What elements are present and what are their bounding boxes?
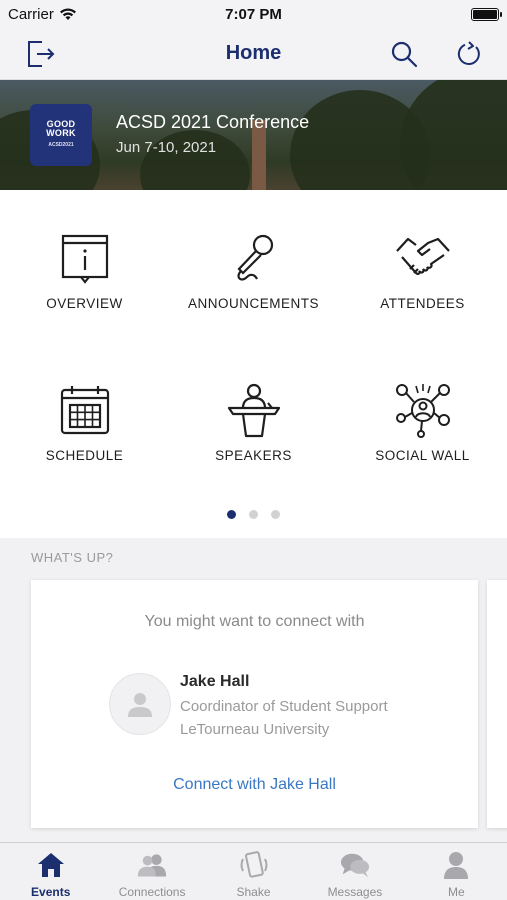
menu-item-social-wall[interactable]: SOCIAL WALL bbox=[338, 380, 507, 463]
battery-icon bbox=[471, 7, 502, 21]
microphone-icon bbox=[236, 234, 273, 281]
calendar-icon bbox=[60, 386, 109, 435]
status-time: 7:07 PM bbox=[225, 5, 282, 23]
search-icon bbox=[391, 41, 418, 68]
menu-item-schedule[interactable]: SCHEDULE bbox=[0, 380, 169, 463]
refresh-icon bbox=[457, 41, 480, 65]
menu-label: SPEAKERS bbox=[215, 448, 292, 463]
page-dot[interactable] bbox=[271, 510, 280, 519]
profile-icon bbox=[444, 852, 469, 879]
connection-suggestion-card[interactable]: You might want to connect with Jake Hall… bbox=[31, 580, 478, 828]
next-card-peek[interactable] bbox=[487, 580, 507, 828]
tab-label: Shake bbox=[236, 885, 271, 899]
feature-grid: OVERVIEW ANNOUNCEMENTS ATTENDEES SCHEDUL… bbox=[0, 190, 507, 538]
logo-text-line3: ACSD2021 bbox=[48, 142, 74, 148]
card-intro: You might want to connect with bbox=[144, 613, 365, 630]
info-board-icon bbox=[61, 234, 108, 284]
carrier-label: Carrier bbox=[8, 5, 54, 23]
event-date: Jun 7-10, 2021 bbox=[116, 139, 217, 156]
tab-messages[interactable]: Messages bbox=[304, 843, 405, 900]
page-title: Home bbox=[225, 42, 282, 64]
page-indicator[interactable] bbox=[0, 510, 507, 519]
shake-phone-icon bbox=[240, 851, 268, 878]
messages-icon bbox=[340, 853, 369, 878]
banner-tree bbox=[400, 80, 507, 190]
podium-icon bbox=[227, 383, 280, 438]
logout-button[interactable] bbox=[22, 36, 58, 72]
search-button[interactable] bbox=[386, 36, 422, 72]
tab-connections[interactable]: Connections bbox=[101, 843, 202, 900]
home-icon bbox=[37, 853, 64, 877]
nav-bar: Home bbox=[0, 28, 507, 80]
menu-label: SCHEDULE bbox=[45, 448, 124, 463]
connect-button[interactable]: Connect with Jake Hall bbox=[31, 776, 478, 794]
menu-label: SOCIAL WALL bbox=[375, 448, 470, 463]
person-role: Coordinator of Student Support bbox=[180, 698, 388, 715]
tab-events[interactable]: Events bbox=[0, 843, 101, 900]
logo-text-line2: WORK bbox=[46, 128, 76, 138]
handshake-icon bbox=[395, 237, 450, 275]
person-organization: LeTourneau University bbox=[180, 721, 330, 738]
menu-item-speakers[interactable]: SPEAKERS bbox=[169, 380, 338, 463]
menu-item-overview[interactable]: OVERVIEW bbox=[0, 228, 169, 311]
event-title: ACSD 2021 Conference bbox=[116, 112, 310, 132]
whats-up-section: WHAT'S UP? You might want to connect wit… bbox=[0, 538, 507, 842]
menu-item-announcements[interactable]: ANNOUNCEMENTS bbox=[169, 228, 338, 311]
refresh-button[interactable] bbox=[451, 36, 487, 72]
network-icon bbox=[395, 384, 450, 438]
tab-me[interactable]: Me bbox=[406, 843, 507, 900]
avatar[interactable] bbox=[109, 673, 171, 735]
page-dot[interactable] bbox=[249, 510, 258, 519]
section-header: WHAT'S UP? bbox=[31, 550, 114, 565]
tab-label: Connections bbox=[118, 885, 186, 899]
event-logo: GOOD WORK ACSD2021 bbox=[30, 104, 92, 166]
menu-label: ATTENDEES bbox=[380, 296, 465, 311]
menu-label: ANNOUNCEMENTS bbox=[187, 296, 319, 311]
menu-item-attendees[interactable]: ATTENDEES bbox=[338, 228, 507, 311]
page-dot-active[interactable] bbox=[227, 510, 236, 519]
menu-label: OVERVIEW bbox=[46, 296, 123, 311]
status-left: Carrier bbox=[8, 6, 77, 23]
wifi-icon bbox=[59, 7, 76, 20]
status-bar: Carrier 7:07 PM bbox=[0, 0, 507, 28]
person-placeholder-icon bbox=[128, 693, 152, 717]
tab-label: Me bbox=[447, 885, 465, 899]
event-banner[interactable]: GOOD WORK ACSD2021 ACSD 2021 Conference … bbox=[0, 80, 507, 190]
connections-icon bbox=[137, 854, 167, 877]
tab-shake[interactable]: Shake bbox=[203, 843, 304, 900]
tab-bar: Events Connections Shake Messages Me bbox=[0, 842, 507, 900]
tab-label: Events bbox=[31, 885, 71, 899]
tab-label: Messages bbox=[327, 885, 383, 899]
logout-icon bbox=[28, 41, 55, 67]
person-name: Jake Hall bbox=[180, 673, 250, 690]
